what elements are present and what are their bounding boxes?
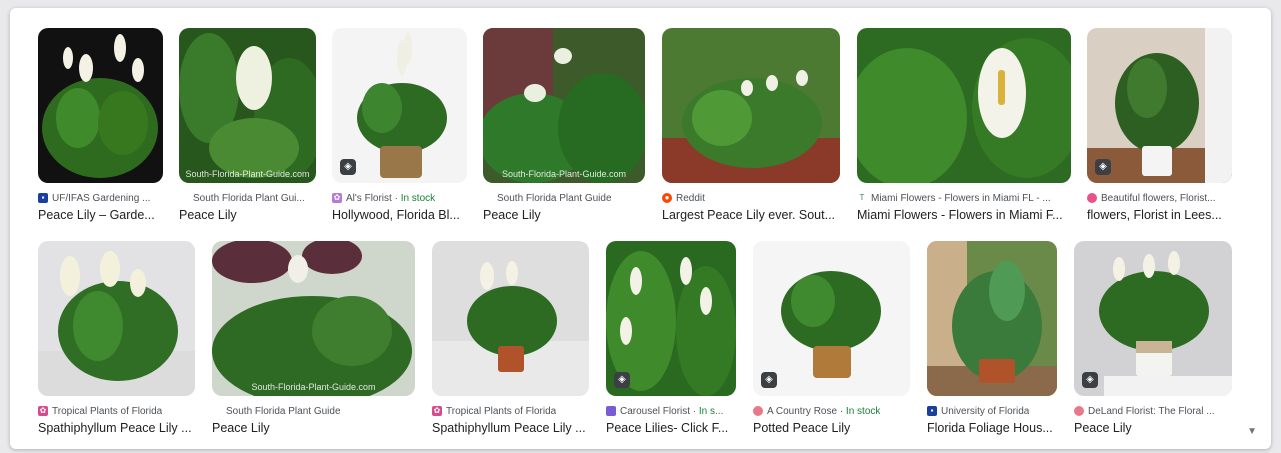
result-image[interactable]: ◈ [753,241,910,396]
t-favicon: T [859,193,865,202]
result-source[interactable]: Beautiful flowers, Florist... [1087,191,1232,205]
stock-status: In stock [400,192,436,204]
image-results-panel: ▪ UF/IFAS Gardening ... Peace Lily – Gar… [10,8,1271,449]
result-title[interactable]: Florida Foliage Hous... [927,421,1057,435]
result-image[interactable]: South-Florida-Plant-Guide.com [483,28,645,183]
result-image[interactable] [432,241,589,396]
watermark: South-Florida-Plant-Guide.com [501,169,627,179]
result-image[interactable] [927,241,1057,396]
result-source[interactable]: South Florida Plant Guide [483,191,645,205]
result-image[interactable]: ◈ [1074,241,1232,396]
tag-icon[interactable]: ◈ [761,372,777,388]
result-title[interactable]: Miami Flowers - Flowers in Miami F... [857,208,1071,222]
uf-favicon: ▪ [38,193,48,203]
stock-status: In s... [698,405,724,417]
tropical-favicon: ✿ [38,406,48,416]
tag-icon[interactable]: ◈ [340,159,356,175]
result-image[interactable] [662,28,840,183]
rose-favicon [753,406,763,416]
sfpg-favicon [483,193,493,203]
result-image[interactable]: ◈ [606,241,736,396]
result-source[interactable]: South Florida Plant Gui... [179,191,316,205]
result-card[interactable]: ▪ University of Florida Florida Foliage … [927,241,1057,435]
result-image[interactable] [857,28,1071,183]
flower-favicon: ✿ [332,193,342,203]
result-card[interactable]: ✿ Tropical Plants of Florida Spathiphyll… [38,241,195,435]
result-title[interactable]: Hollywood, Florida Bl... [332,208,467,222]
result-title[interactable]: Peace Lily [212,421,415,435]
result-title[interactable]: Peace Lily [483,208,645,222]
result-source[interactable]: DeLand Florist: The Floral ... [1074,404,1232,418]
result-source[interactable]: Carousel Florist · In s... [606,404,736,418]
result-card[interactable]: ◈ ✿ Al's Florist · In stock Hollywood, F… [332,28,467,222]
result-title[interactable]: Potted Peace Lily [753,421,910,435]
watermark: South-Florida-Plant-Guide.com [251,382,376,392]
chevron-down-icon[interactable]: ▼ [1247,426,1257,437]
result-source[interactable]: ▪ UF/IFAS Gardening ... [38,191,163,205]
result-title[interactable]: Peace Lilies- Click F... [606,421,736,435]
pink-dot-favicon [1087,193,1097,203]
result-card[interactable]: ◈ Carousel Florist · In s... Peace Lilie… [606,241,736,435]
tropical-favicon: ✿ [432,406,442,416]
result-source[interactable]: ✿ Tropical Plants of Florida [38,404,195,418]
watermark: South-Florida-Plant-Guide.com [185,169,310,179]
result-title[interactable]: Peace Lily [1074,421,1232,435]
result-image[interactable]: South-Florida-Plant-Guide.com [179,28,316,183]
carousel-favicon [606,406,616,416]
result-image[interactable] [38,241,195,396]
tag-icon[interactable]: ◈ [1082,372,1098,388]
uf-favicon: ▪ [927,406,937,416]
result-source[interactable]: ● Reddit [662,191,840,205]
result-card[interactable]: ● Reddit Largest Peace Lily ever. Sout..… [662,28,840,222]
result-card[interactable]: South-Florida-Plant-Guide.com South Flor… [179,28,316,222]
result-card[interactable]: ✿ Tropical Plants of Florida Spathiphyll… [432,241,589,435]
result-image[interactable]: ◈ [1087,28,1232,183]
reddit-favicon: ● [662,193,672,203]
result-title[interactable]: Peace Lily [179,208,316,222]
rose-favicon [1074,406,1084,416]
result-image[interactable] [38,28,163,183]
result-card[interactable]: ◈ Beautiful flowers, Florist... flowers,… [1087,28,1232,222]
result-title[interactable]: Peace Lily – Garde... [38,208,163,222]
sfpg-favicon [212,406,222,416]
result-title[interactable]: Largest Peace Lily ever. Sout... [662,208,840,222]
result-source[interactable]: A Country Rose · In stock [753,404,910,418]
tag-icon[interactable]: ◈ [614,372,630,388]
result-card[interactable]: South-Florida-Plant-Guide.com South Flor… [483,28,645,222]
result-source[interactable]: ▪ University of Florida [927,404,1057,418]
result-title[interactable]: flowers, Florist in Lees... [1087,208,1232,222]
result-source[interactable]: ✿ Tropical Plants of Florida [432,404,589,418]
result-image[interactable]: South-Florida-Plant-Guide.com [212,241,415,396]
result-card[interactable]: South-Florida-Plant-Guide.com South Flor… [212,241,415,435]
result-image[interactable]: ◈ [332,28,467,183]
result-source[interactable]: ✿ Al's Florist · In stock [332,191,467,205]
result-card[interactable]: ◈ A Country Rose · In stock Potted Peace… [753,241,910,435]
result-source[interactable]: T Miami Flowers - Flowers in Miami FL - … [857,191,1071,205]
result-card[interactable]: T Miami Flowers - Flowers in Miami FL - … [857,28,1071,222]
result-card[interactable]: ◈ DeLand Florist: The Floral ... Peace L… [1074,241,1232,435]
result-title[interactable]: Spathiphyllum Peace Lily ... [38,421,195,435]
result-card[interactable]: ▪ UF/IFAS Gardening ... Peace Lily – Gar… [38,28,163,222]
stock-status: In stock [845,405,881,417]
sfpg-favicon [179,193,189,203]
result-title[interactable]: Spathiphyllum Peace Lily ... [432,421,589,435]
result-source[interactable]: South Florida Plant Guide [212,404,415,418]
tag-icon[interactable]: ◈ [1095,159,1111,175]
